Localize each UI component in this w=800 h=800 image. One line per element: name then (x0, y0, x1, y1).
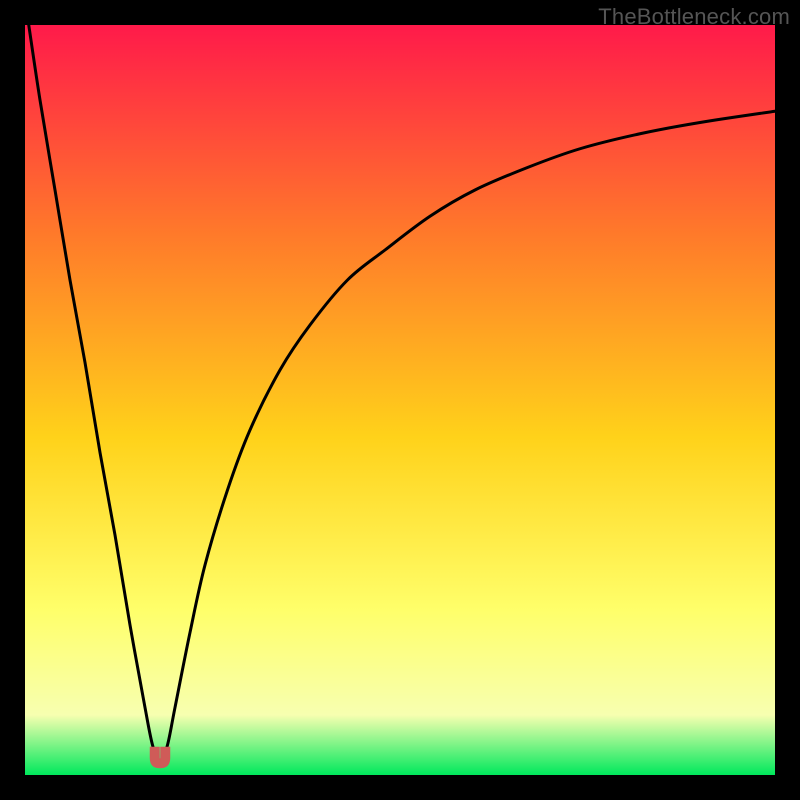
bottleneck-chart-svg (25, 25, 775, 775)
chart-frame: TheBottleneck.com (0, 0, 800, 800)
plot-area (25, 25, 775, 775)
watermark-text: TheBottleneck.com (598, 4, 790, 30)
